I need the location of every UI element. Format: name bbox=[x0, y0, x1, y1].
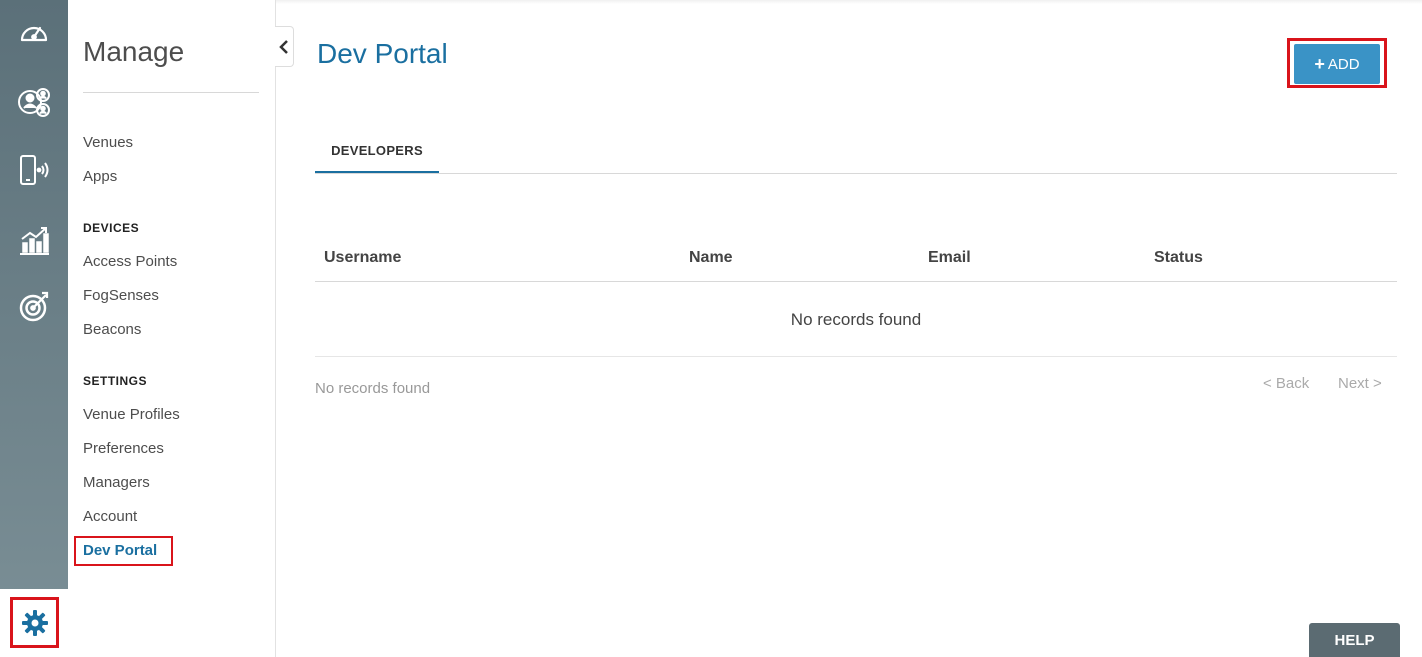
page-title: Dev Portal bbox=[317, 38, 448, 69]
sidebar-item-preferences[interactable]: Preferences bbox=[83, 440, 164, 457]
sidebar-heading-devices: DEVICES bbox=[83, 221, 140, 235]
table-bottom-divider bbox=[315, 356, 1397, 357]
tab-developers[interactable]: DEVELOPERS bbox=[315, 141, 439, 174]
sidebar-title: Manage bbox=[83, 36, 185, 67]
add-button-highlight: + ADD bbox=[1287, 38, 1387, 88]
column-header-status[interactable]: Status bbox=[1154, 249, 1203, 267]
rail-settings-area bbox=[0, 589, 68, 657]
table-empty-message: No records found bbox=[790, 310, 922, 329]
table-header-divider bbox=[315, 281, 1397, 282]
sidebar-item-managers[interactable]: Managers bbox=[83, 474, 150, 491]
manage-sidebar: Manage Venues Apps DEVICES Access Points… bbox=[68, 0, 276, 657]
collapse-sidebar-button[interactable] bbox=[275, 26, 294, 67]
analytics-chart-icon[interactable] bbox=[14, 220, 54, 260]
icon-rail bbox=[0, 0, 68, 657]
sidebar-item-access-points[interactable]: Access Points bbox=[83, 253, 177, 270]
pager-next-link[interactable]: Next > bbox=[1338, 375, 1382, 392]
add-button[interactable]: + ADD bbox=[1294, 44, 1380, 84]
records-status: No records found bbox=[315, 380, 431, 397]
sidebar-heading-settings: SETTINGS bbox=[83, 374, 148, 388]
plus-icon: + bbox=[1314, 54, 1325, 74]
mobile-signal-icon[interactable] bbox=[14, 150, 54, 190]
sidebar-item-fogsenses[interactable]: FogSenses bbox=[83, 287, 159, 304]
column-header-email[interactable]: Email bbox=[928, 249, 971, 267]
header-shadow bbox=[276, 0, 1422, 4]
chevron-left-icon bbox=[279, 39, 288, 54]
pager-back-link[interactable]: < Back bbox=[1263, 375, 1309, 392]
tabs-divider bbox=[315, 173, 1397, 174]
sidebar-item-venues[interactable]: Venues bbox=[83, 134, 133, 151]
help-button[interactable]: HELP bbox=[1309, 623, 1400, 657]
sidebar-divider bbox=[83, 92, 259, 93]
speedometer-icon[interactable] bbox=[14, 13, 54, 53]
users-icon[interactable] bbox=[14, 82, 54, 122]
sidebar-item-account[interactable]: Account bbox=[83, 508, 137, 525]
column-header-name[interactable]: Name bbox=[689, 249, 733, 267]
sidebar-item-beacons[interactable]: Beacons bbox=[83, 321, 141, 338]
gear-icon bbox=[21, 609, 48, 636]
target-icon[interactable] bbox=[14, 286, 54, 326]
settings-gear-button[interactable] bbox=[10, 597, 59, 648]
sidebar-item-venue-profiles[interactable]: Venue Profiles bbox=[83, 406, 180, 423]
column-header-username[interactable]: Username bbox=[324, 249, 401, 267]
add-button-label: ADD bbox=[1327, 55, 1360, 73]
sidebar-item-apps[interactable]: Apps bbox=[83, 168, 117, 185]
sidebar-item-dev-portal[interactable]: Dev Portal bbox=[74, 536, 173, 566]
